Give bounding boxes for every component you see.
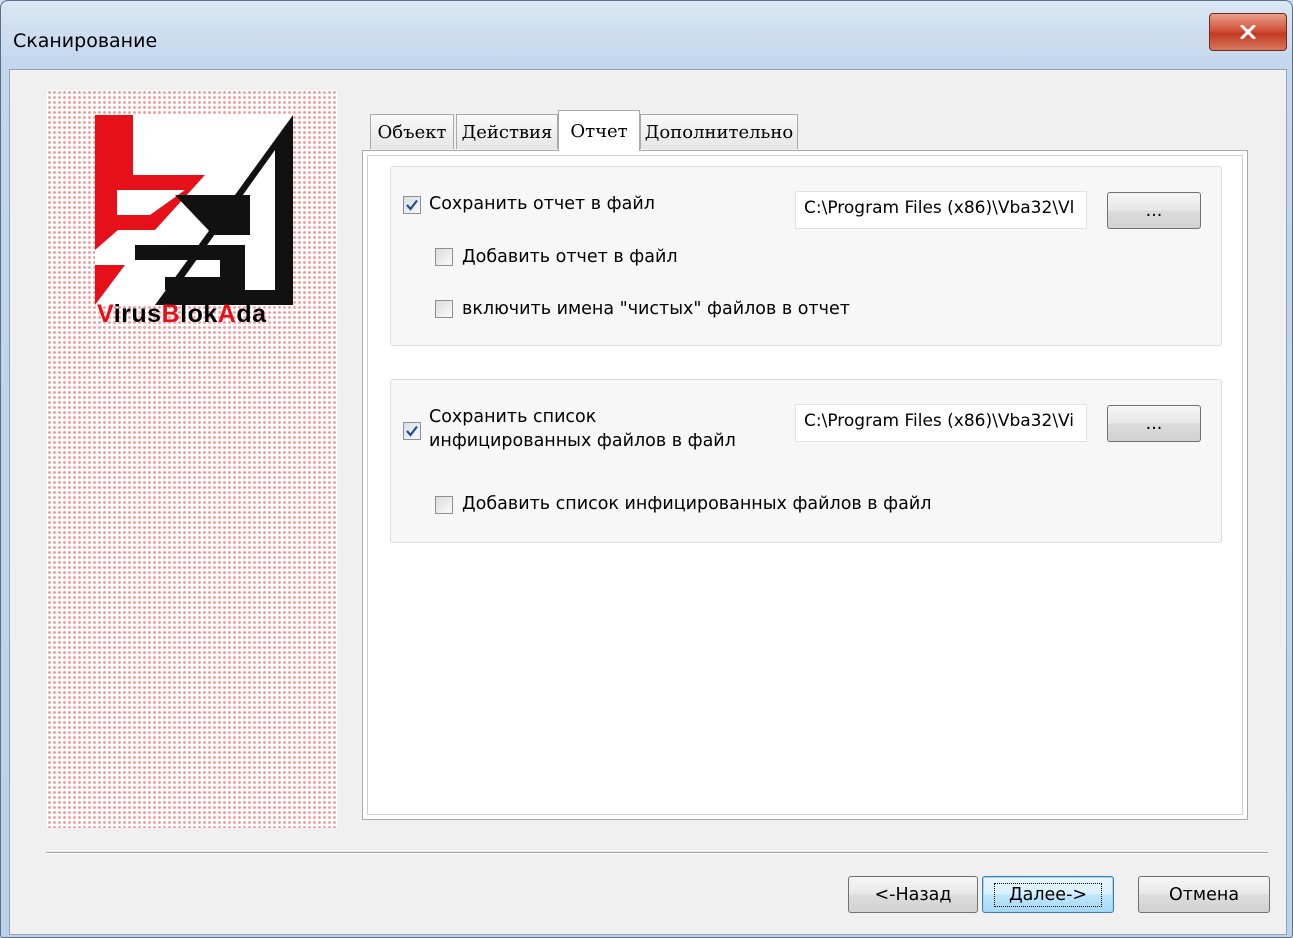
infected-list-browse-button[interactable]: ... <box>1107 405 1201 442</box>
checkmark-icon <box>406 199 418 211</box>
vba32-logo <box>95 115 293 305</box>
tab-advanced[interactable]: Дополнительно <box>640 114 798 149</box>
append-infected-list-label[interactable]: Добавить список инфицированных файлов в … <box>462 493 931 516</box>
include-clean-label[interactable]: включить имена "чистых" файлов в отчет <box>462 298 850 321</box>
brand-banner: VirusBlokAda <box>47 90 337 828</box>
report-group: Сохранить отчет в файл C:\Program Files … <box>390 166 1222 346</box>
footer-separator <box>46 852 1268 854</box>
append-report-label[interactable]: Добавить отчет в файл <box>462 246 678 269</box>
next-button-label: Далее-> <box>993 882 1103 907</box>
window-title: Сканирование <box>13 30 158 52</box>
close-button[interactable] <box>1209 13 1287 51</box>
report-path-field[interactable]: C:\Program Files (x86)\Vba32\Vl <box>795 191 1087 229</box>
checkmark-icon <box>406 425 418 437</box>
report-browse-button[interactable]: ... <box>1107 192 1201 229</box>
append-infected-list-checkbox[interactable] <box>435 496 453 514</box>
append-report-checkbox[interactable] <box>435 248 453 266</box>
next-button[interactable]: Далее-> <box>982 876 1114 913</box>
save-infected-list-label-line2[interactable]: инфицированных файлов в файл <box>429 430 736 453</box>
cancel-button[interactable]: Отмена <box>1138 876 1270 913</box>
close-x-icon <box>1240 25 1256 39</box>
back-button[interactable]: <-Назад <box>848 876 978 913</box>
tab-actions[interactable]: Действия <box>456 114 558 149</box>
tab-object[interactable]: Объект <box>370 114 454 149</box>
include-clean-checkbox[interactable] <box>435 300 453 318</box>
save-report-label[interactable]: Сохранить отчет в файл <box>429 193 655 216</box>
dialog-client-area: VirusBlokAda Объект Действия Отчет Допол… <box>9 69 1287 935</box>
save-report-checkbox[interactable] <box>403 196 421 214</box>
tab-report[interactable]: Отчет <box>558 110 640 151</box>
brand-name: VirusBlokAda <box>97 300 267 328</box>
infected-list-group: Сохранить список инфицированных файлов в… <box>390 379 1222 543</box>
title-bar[interactable]: Сканирование <box>1 1 1292 69</box>
dialog-window: Сканирование VirusBlokAda Объект Действи… <box>0 0 1293 938</box>
tab-panel-report: Сохранить отчет в файл C:\Program Files … <box>362 150 1248 820</box>
infected-list-path-field[interactable]: C:\Program Files (x86)\Vba32\Vi <box>795 404 1087 442</box>
save-infected-list-checkbox[interactable] <box>403 422 421 440</box>
save-infected-list-label-line1[interactable]: Сохранить список <box>429 406 596 429</box>
tab-panel-frame: Сохранить отчет в файл C:\Program Files … <box>367 155 1243 815</box>
